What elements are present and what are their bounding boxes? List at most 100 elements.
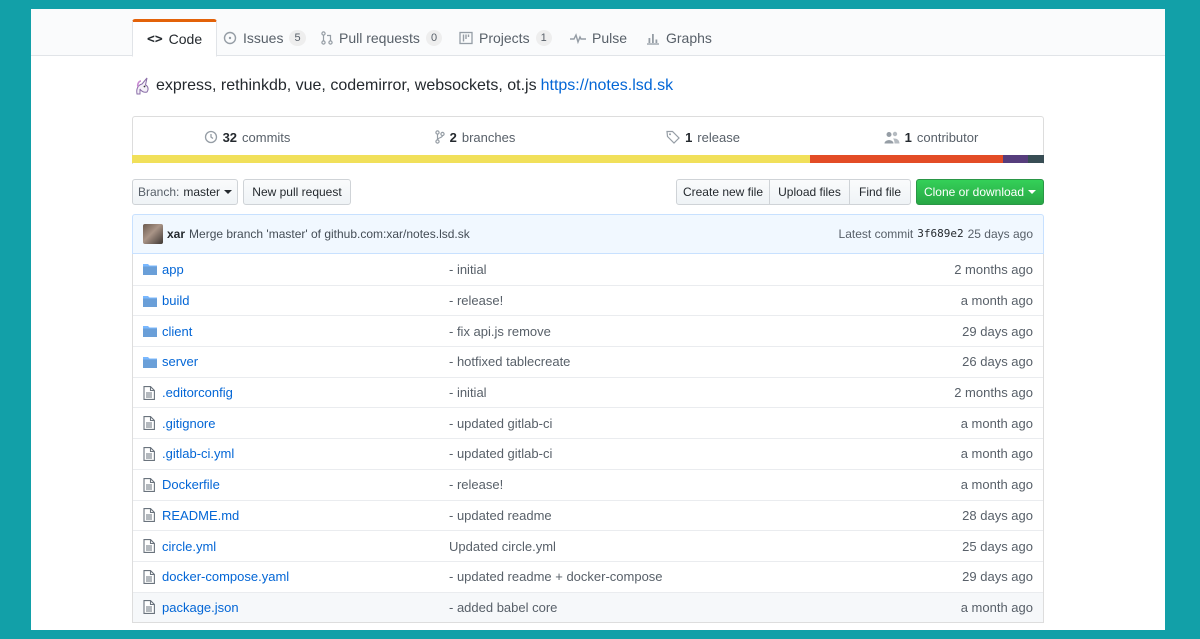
file-row[interactable]: .editorconfig - initial 2 months ago: [133, 376, 1043, 408]
file-name-link[interactable]: circle.yml: [159, 539, 449, 554]
file-commit-message[interactable]: - fix api.js remove: [449, 324, 883, 339]
file-list: app - initial 2 months ago build - release! a…: [132, 254, 1044, 624]
file-icon: [133, 508, 159, 523]
branch-select-button[interactable]: Branch: master: [132, 179, 238, 205]
branch-prefix: Branch:: [137, 185, 180, 199]
file-name-link[interactable]: package.json: [159, 600, 449, 615]
file-icon: [133, 539, 159, 553]
file-age: a month ago: [960, 446, 1033, 462]
chevron-down-icon: [1028, 190, 1037, 194]
file-age: a month ago: [960, 293, 1033, 309]
file-commit-message[interactable]: - updated gitlab-ci: [449, 416, 883, 431]
new-pull-request-button[interactable]: New pull request: [243, 179, 351, 205]
file-commit-message[interactable]: - added babel core: [449, 600, 883, 615]
file-age: 25 days ago: [962, 538, 1033, 554]
file-commit-message[interactable]: - updated readme + docker-compose: [449, 569, 883, 584]
file-commit-message[interactable]: - release!: [449, 293, 883, 308]
avatar[interactable]: [143, 224, 163, 244]
file-name-link[interactable]: .gitignore: [159, 416, 449, 431]
tab-code[interactable]: <> Code: [132, 19, 218, 57]
branches-count: 2: [449, 129, 457, 145]
tab-pull-requests[interactable]: Pull requests 0: [307, 19, 456, 57]
contributors-count: 1: [904, 129, 912, 145]
file-row[interactable]: app - initial 2 months ago: [133, 254, 1043, 285]
file-commit-message[interactable]: Updated circle.yml: [449, 539, 883, 554]
file-age: a month ago: [960, 599, 1033, 615]
tab-issues[interactable]: Issues 5: [209, 19, 320, 57]
language-segment[interactable]: [809, 155, 1003, 163]
tab-label: Pulse: [592, 30, 628, 46]
file-name-link[interactable]: docker-compose.yaml: [159, 569, 449, 584]
tag-icon: [666, 130, 680, 144]
branches-stat[interactable]: 2 branches: [361, 117, 589, 157]
file-row[interactable]: docker-compose.yaml - updated readme + do…: [133, 560, 1043, 592]
file-age: 26 days ago: [962, 354, 1033, 370]
file-row[interactable]: server - hotfixed tablecreate 26 days ago: [133, 346, 1043, 377]
language-bar[interactable]: [132, 155, 1044, 163]
file-icon: [133, 385, 159, 400]
commits-count: 32: [222, 129, 238, 145]
project-icon: [459, 31, 473, 45]
file-commit-message[interactable]: - initial: [449, 262, 883, 277]
file-name-link[interactable]: client: [159, 324, 449, 339]
file-commit-message[interactable]: - updated gitlab-ci: [449, 446, 883, 461]
file-name-link[interactable]: server: [159, 354, 449, 369]
file-age: a month ago: [960, 477, 1033, 493]
file-icon: [133, 477, 159, 492]
file-icon: [133, 600, 159, 615]
file-age: 29 days ago: [962, 569, 1033, 585]
file-row[interactable]: client - fix api.js remove 29 days ago: [133, 315, 1043, 346]
commits-stat[interactable]: 32 commits: [133, 117, 361, 157]
file-row[interactable]: README.md - updated readme 28 days ago: [133, 499, 1043, 531]
file-commit-message[interactable]: - release!: [449, 477, 883, 492]
file-age: 2 months ago: [954, 261, 1033, 277]
file-row[interactable]: build - release! a month ago: [133, 284, 1043, 316]
file-name-link[interactable]: README.md: [159, 508, 449, 523]
file-row[interactable]: circle.yml Updated circle.yml 25 days ago: [133, 530, 1043, 561]
tab-label: Projects: [479, 30, 530, 46]
find-file-button[interactable]: Find file: [849, 179, 911, 205]
file-row[interactable]: Dockerfile - release! a month ago: [133, 468, 1043, 500]
contributors-stat[interactable]: 1 contributor: [817, 117, 1045, 157]
commit-author[interactable]: xar: [167, 227, 185, 241]
file-name-link[interactable]: app: [159, 262, 449, 277]
commit-age: 25 days ago: [967, 227, 1033, 241]
upload-files-button[interactable]: Upload files: [769, 179, 850, 205]
homepage-link[interactable]: https://notes.lsd.sk: [541, 77, 674, 95]
file-age: 28 days ago: [962, 507, 1033, 523]
issue-icon: [223, 31, 237, 45]
file-name-link[interactable]: .gitlab-ci.yml: [159, 446, 449, 461]
releases-label: release: [697, 129, 740, 145]
releases-count: 1: [685, 129, 693, 145]
issues-counter: 5: [289, 30, 306, 46]
tab-graphs[interactable]: Graphs: [632, 19, 726, 57]
commit-sha[interactable]: 3f689e2: [917, 227, 963, 241]
file-row[interactable]: .gitignore - updated gitlab-ci a month ago: [133, 407, 1043, 438]
file-row[interactable]: .gitlab-ci.yml - updated gitlab-ci a month…: [133, 438, 1043, 469]
file-row[interactable]: package.json - added babel core a month ag…: [133, 591, 1043, 623]
file-age: 29 days ago: [962, 323, 1033, 339]
repo-description: express, rethinkdb, vue, codemirror, web…: [132, 76, 673, 96]
releases-stat[interactable]: 1 release: [589, 117, 817, 157]
commit-message[interactable]: Merge branch 'master' of github.com:xar/…: [189, 227, 470, 241]
file-commit-message[interactable]: - initial: [449, 385, 883, 400]
file-icon: [133, 447, 159, 461]
language-segment[interactable]: [1002, 155, 1029, 163]
tab-projects[interactable]: Projects 1: [445, 19, 566, 57]
file-name-link[interactable]: build: [159, 293, 449, 308]
file-commit-message[interactable]: - updated readme: [449, 508, 883, 523]
file-name-link[interactable]: .editorconfig: [159, 385, 449, 400]
file-commit-message[interactable]: - hotfixed tablecreate: [449, 354, 883, 369]
file-name-link[interactable]: Dockerfile: [159, 477, 449, 492]
tab-pulse[interactable]: Pulse: [556, 19, 641, 57]
folder-icon: [133, 356, 159, 368]
language-segment[interactable]: [132, 155, 810, 163]
create-new-file-button[interactable]: Create new file: [676, 179, 770, 205]
contributors-label: contributor: [916, 129, 979, 145]
branch-name: master: [183, 185, 221, 199]
repo-page: <> Code Issues 5 Pull requests 0 Project…: [31, 9, 1165, 630]
latest-commit-label: Latest commit: [838, 227, 914, 241]
branch-icon: [434, 130, 445, 144]
language-segment[interactable]: [1028, 155, 1044, 163]
clone-or-download-button[interactable]: Clone or download: [916, 179, 1044, 205]
